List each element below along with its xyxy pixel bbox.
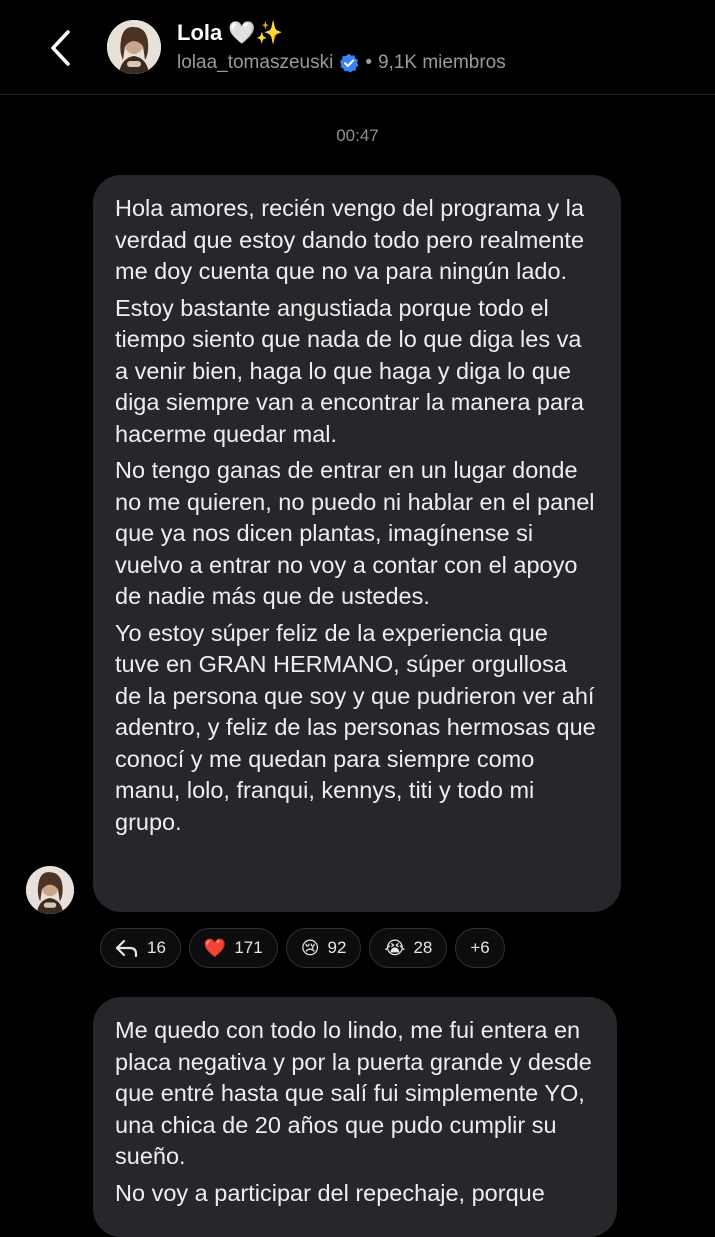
message-paragraph: No voy a participar del repechaje, porqu… [115,1179,545,1206]
heart-icon: ❤️ [203,938,227,958]
message-paragraph: Yo estoy súper feliz de la experiencia q… [115,619,596,835]
profile-photo [26,866,74,914]
message-bubble[interactable]: Hola amores, recién vengo del programa y… [93,175,621,912]
separator-dot: • [365,52,372,73]
reaction-sad[interactable]: 😢 92 [285,928,362,968]
back-button[interactable] [38,26,82,70]
channel-subtitle: lolaa_tomaszeuski • 9,1K miembros [177,52,506,74]
message-paragraph: Hola amores, recién vengo del programa y… [115,195,585,284]
channel-avatar[interactable] [107,20,161,74]
profile-photo [107,20,161,74]
name-emojis: 🤍✨ [228,20,284,45]
message-paragraph: Estoy bastante angustiada porque todo el… [115,294,584,447]
message-timestamp: 00:47 [336,126,379,145]
sad-face-icon: 😢 [300,938,320,958]
reaction-count: 171 [234,938,263,957]
more-reactions-chip[interactable]: +6 [455,928,505,968]
channel-title[interactable]: Lola 🤍✨ [177,20,283,46]
message-bubble[interactable]: Me quedo con todo lo lindo, me fui enter… [93,997,617,1237]
verified-badge-icon [340,53,359,73]
channel-username: lolaa_tomaszeuski [177,52,334,73]
reaction-count: 92 [327,938,347,957]
more-reactions-count: +6 [470,938,490,957]
reaction-crying[interactable]: 😭 28 [369,928,448,968]
reaction-bar: 16 ❤️ 171 😢 92 😭 28 +6 [100,928,505,968]
message-paragraph: Me quedo con todo lo lindo, me fui enter… [115,1017,592,1169]
crying-face-icon: 😭 [384,938,406,958]
reply-icon [115,939,138,958]
reply-count-chip[interactable]: 16 [100,928,181,968]
reply-count: 16 [147,938,166,957]
reaction-count: 28 [413,938,433,957]
sender-avatar[interactable] [26,866,74,914]
message-paragraph: No tengo ganas de entrar en un lugar don… [115,457,595,609]
chevron-left-icon [51,30,70,66]
member-count: 9,1K miembros [377,52,506,73]
channel-name: Lola [177,20,223,45]
reaction-heart[interactable]: ❤️ 171 [188,928,278,968]
chat-header: Lola 🤍✨ lolaa_tomaszeuski • 9,1K miembro… [0,0,715,95]
